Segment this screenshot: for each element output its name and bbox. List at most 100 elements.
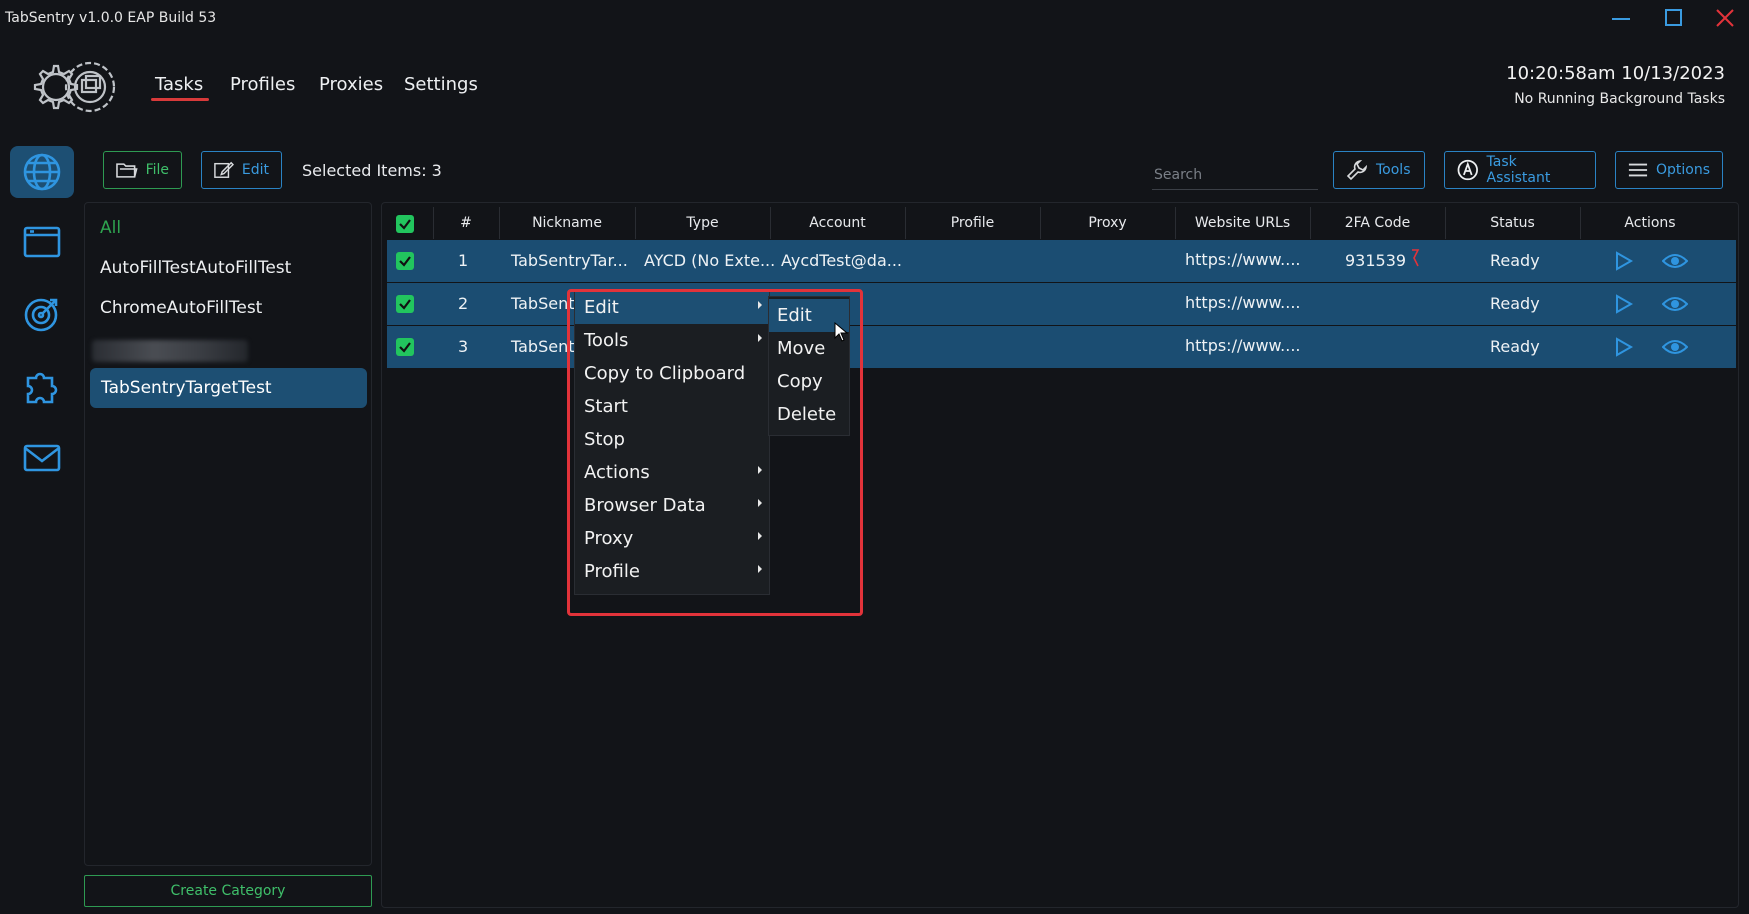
row-website-url: https://www.... [1185,293,1301,312]
target-icon [24,298,58,332]
row-number: 1 [458,251,469,270]
maximize-icon[interactable] [1658,6,1688,30]
submenu-item-delete[interactable]: Delete [769,398,849,431]
options-button-label: Options [1655,162,1710,178]
row-website-url: https://www.... [1185,250,1301,269]
category-all[interactable]: All [100,218,121,238]
rail-target[interactable] [10,288,74,340]
category-item[interactable]: AutoFillTestAutoFillTest [100,258,291,278]
minimize-icon[interactable] [1606,6,1636,30]
wrench-icon [1346,159,1368,181]
edit-icon [214,161,234,178]
file-button[interactable]: File [103,151,182,189]
column-header-status[interactable]: Status [1445,215,1580,233]
column-header-website-urls[interactable]: Website URLs [1175,215,1310,233]
options-button[interactable]: Options [1615,151,1723,189]
folder-icon [116,163,138,178]
task-assistant-label: Task Assistant [1486,154,1551,186]
row-2fa-code: 931539 [1345,251,1407,270]
rail-mail[interactable] [10,432,74,484]
submenu-arrow-icon [758,334,762,342]
check-icon [399,342,411,353]
row-account: AycdTest@da... [781,251,903,270]
menu-item-proxy[interactable]: Proxy [575,522,769,555]
menu-item-start[interactable]: Start [575,390,769,423]
row-checkbox[interactable] [396,252,414,270]
selected-items-count: Selected Items: 3 [302,161,442,180]
timer-icon [1410,248,1420,272]
menu-item-browser-data[interactable]: Browser Data [575,489,769,522]
window-title: TabSentry v1.0.0 EAP Build 53 [5,10,217,26]
eye-icon[interactable] [1661,293,1689,319]
menu-item-edit[interactable]: Edit [575,291,769,324]
rail-browser[interactable] [10,216,74,268]
check-icon [399,256,411,267]
row-nickname: TabSent [511,337,575,356]
row-checkbox[interactable] [396,295,414,313]
column-header-num[interactable]: # [433,215,499,233]
search-input[interactable] [1152,161,1318,190]
rail-extensions[interactable] [10,360,74,412]
edit-button[interactable]: Edit [201,151,282,189]
column-header-nickname[interactable]: Nickname [499,215,635,233]
menu-item-copy-to-clipboard[interactable]: Copy to Clipboard [575,357,769,390]
column-header-actions[interactable]: Actions [1580,215,1720,233]
clock: 10:20:58am 10/13/2023 [1506,63,1725,84]
play-icon[interactable] [1612,293,1634,319]
category-selected-label: TabSentryTargetTest [101,378,272,398]
column-header-proxy[interactable]: Proxy [1040,215,1175,233]
row-number: 2 [458,294,469,313]
column-header-type[interactable]: Type [635,215,770,233]
mouse-cursor-icon [834,321,849,346]
check-icon [399,219,411,230]
row-type: AYCD (No Exte... [644,251,776,270]
column-header-profile[interactable]: Profile [905,215,1040,233]
row-checkbox[interactable] [396,338,414,356]
context-menu: Edit Tools Copy to Clipboard Start Stop … [574,290,770,595]
nav-tasks[interactable]: Tasks [155,74,203,95]
row-status: Ready [1490,337,1540,356]
column-header-2fa-code[interactable]: 2FA Code [1310,215,1445,233]
tools-button[interactable]: Tools [1333,151,1425,189]
submenu-arrow-icon [758,466,762,474]
check-icon [399,299,411,310]
nav-profiles[interactable]: Profiles [230,74,295,95]
assistant-icon [1457,159,1478,181]
select-all-checkbox[interactable] [396,215,414,233]
tools-button-label: Tools [1376,162,1411,178]
row-status: Ready [1490,294,1540,313]
nav-settings[interactable]: Settings [404,74,478,95]
mail-icon [23,444,61,472]
column-header-account[interactable]: Account [770,215,905,233]
menu-item-actions[interactable]: Actions [575,456,769,489]
nav-proxies[interactable]: Proxies [319,74,383,95]
background-status: No Running Background Tasks [1514,91,1725,107]
menu-icon [1628,163,1648,177]
eye-icon[interactable] [1661,250,1689,276]
menu-item-stop[interactable]: Stop [575,423,769,456]
create-category-button[interactable]: Create Category [84,875,372,907]
category-item-selected[interactable]: TabSentryTargetTest [90,368,367,408]
eye-icon[interactable] [1661,336,1689,362]
rail-globe[interactable] [10,146,74,198]
close-icon[interactable] [1710,6,1740,30]
menu-item-tools[interactable]: Tools [575,324,769,357]
category-item[interactable]: ChromeAutoFillTest [100,298,262,318]
submenu-arrow-icon [758,532,762,540]
play-icon[interactable] [1612,250,1634,276]
row-number: 3 [458,337,469,356]
puzzle-icon [26,372,58,404]
title-bar: TabSentry v1.0.0 EAP Build 53 [0,0,1749,36]
task-assistant-button[interactable]: Task Assistant [1444,151,1596,189]
row-status: Ready [1490,251,1540,270]
submenu-arrow-icon [758,301,762,309]
file-button-label: File [145,162,169,178]
menu-item-profile[interactable]: Profile [575,555,769,588]
nav-active-indicator [151,98,209,101]
submenu-item-copy[interactable]: Copy [769,365,849,398]
category-item-redacted[interactable] [92,340,248,362]
row-website-url: https://www.... [1185,336,1301,355]
play-icon[interactable] [1612,336,1634,362]
app-logo [24,52,126,122]
edit-button-label: Edit [241,162,269,178]
